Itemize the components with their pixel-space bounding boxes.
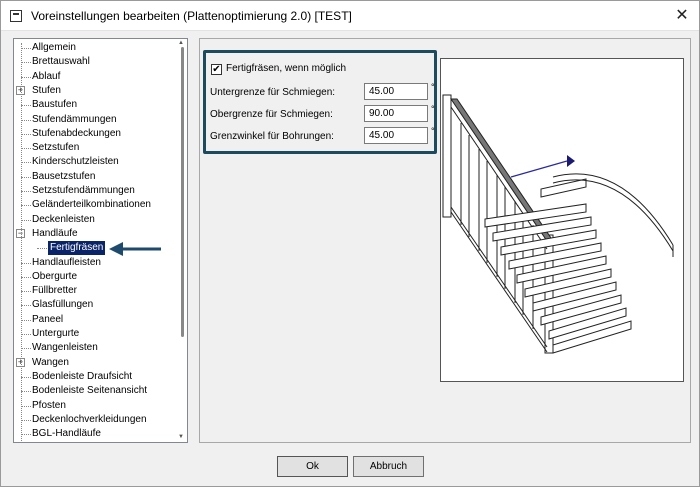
tree-item-label: Deckenleisten (32, 213, 95, 225)
tree-connector (21, 391, 31, 393)
tree-connector (21, 48, 31, 49)
tree-connector (21, 305, 31, 307)
tree-item-label: Untergurte (32, 328, 80, 339)
untergrenze-input[interactable] (364, 83, 428, 100)
tree-connector (21, 191, 31, 192)
annotation-arrow (109, 242, 161, 256)
tree-item-label: Kinderschutzleisten (32, 156, 119, 168)
tree-connector (21, 105, 31, 107)
tree-connector (21, 148, 31, 150)
tree-connector (21, 291, 31, 293)
tree-item-label: Wangenleisten (32, 342, 98, 354)
tree-connector (21, 348, 31, 350)
title-bar: Voreinstellungen bearbeiten (Plattenopti… (1, 1, 699, 31)
tree-connector (21, 62, 31, 64)
tree-item-label: Setzstufendämmungen (32, 185, 135, 196)
degree-unit: ° (431, 82, 435, 92)
tree-item-label: Fertigfräsen (48, 241, 106, 256)
tree-connector (21, 119, 31, 121)
tree-connector (21, 262, 31, 264)
tree-item-label: Glasfüllungen (32, 299, 94, 311)
checkbox-label: Fertigfräsen, wenn möglich (226, 63, 347, 74)
tree-item-label: Wangen (32, 356, 69, 368)
ok-button[interactable]: Ok (277, 456, 348, 477)
tree-connector (21, 405, 31, 407)
tree-connector (37, 248, 47, 250)
staircase-preview (440, 58, 684, 382)
field-label-grenzwinkel: Grenzwinkel für Bohrungen: (210, 131, 334, 142)
grenzwinkel-input[interactable] (364, 127, 428, 144)
tree-guide-line (21, 43, 22, 442)
tree-connector (21, 376, 31, 378)
tree-item-label: Handlaufleisten (32, 256, 101, 268)
tree-item-label: Setzstufen (32, 142, 80, 154)
field-label-obergrenze: Obergrenze für Schmiegen: (210, 109, 333, 120)
close-button[interactable]: ✕ (669, 3, 695, 29)
tree-item-label: Geländerteilkombinationen (32, 199, 151, 211)
tree-connector (21, 133, 31, 135)
staircase-drawing (442, 94, 674, 354)
tree-connector (21, 334, 31, 335)
tree-item-label: Stufen (32, 84, 61, 96)
scroll-up-icon[interactable]: ▲ (177, 40, 185, 46)
tree-connector (21, 162, 31, 164)
window-title: Voreinstellungen bearbeiten (Plattenopti… (31, 9, 352, 23)
tree-item-label: Handläufe (32, 227, 78, 239)
tree-item-label: Pfosten (32, 399, 66, 411)
dialog-window: Voreinstellungen bearbeiten (Plattenopti… (0, 0, 700, 487)
scrollbar-thumb[interactable] (181, 47, 184, 337)
tree-item-label: Bodenleiste Draufsicht (32, 370, 133, 382)
degree-unit: ° (431, 104, 435, 114)
tree-connector (21, 276, 31, 278)
app-icon (10, 10, 22, 22)
tree-connector (21, 419, 31, 421)
tree-item-label: Brettauswahl (32, 56, 90, 68)
tree-item-label: Bodenleiste Seitenansicht (32, 385, 148, 397)
tree-item-label: Bausetzstufen (32, 170, 96, 182)
tree-connector (21, 319, 31, 321)
fertigfraesen-checkbox[interactable]: ✔ (211, 64, 222, 75)
tree-item-label: Ablauf (32, 70, 61, 82)
tree-item-label: Stufenabdeckungen (32, 127, 121, 139)
tree-connector (21, 176, 31, 178)
tree-item-label: Paneel (32, 313, 64, 325)
tree-scrollbar[interactable]: ▲ ▼ (175, 39, 187, 442)
scroll-down-icon[interactable]: ▼ (177, 434, 185, 440)
tree-item-label: Füllbretter (32, 285, 78, 297)
cancel-button[interactable]: Abbruch (353, 456, 424, 477)
field-label-untergrenze: Untergrenze für Schmiegen: (210, 87, 336, 98)
tree-connector (21, 219, 31, 221)
tree-connector (21, 205, 31, 207)
tree-connector (21, 76, 31, 78)
tree-item-label: Obergurte (32, 270, 78, 282)
degree-unit: ° (431, 126, 435, 136)
tree-connector (21, 434, 31, 436)
tree-item-label: BGL-Handlaufleisten (32, 441, 124, 442)
tree-item-label: Deckenlochverkleidungen (32, 413, 147, 425)
tree-item-label: Allgemein (32, 42, 76, 53)
tree-item-label: BGL-Handläufe (32, 428, 101, 440)
tree-item-label: Baustufen (32, 99, 78, 111)
tree-item-label: Stufendämmungen (32, 113, 117, 125)
obergrenze-input[interactable] (364, 105, 428, 122)
